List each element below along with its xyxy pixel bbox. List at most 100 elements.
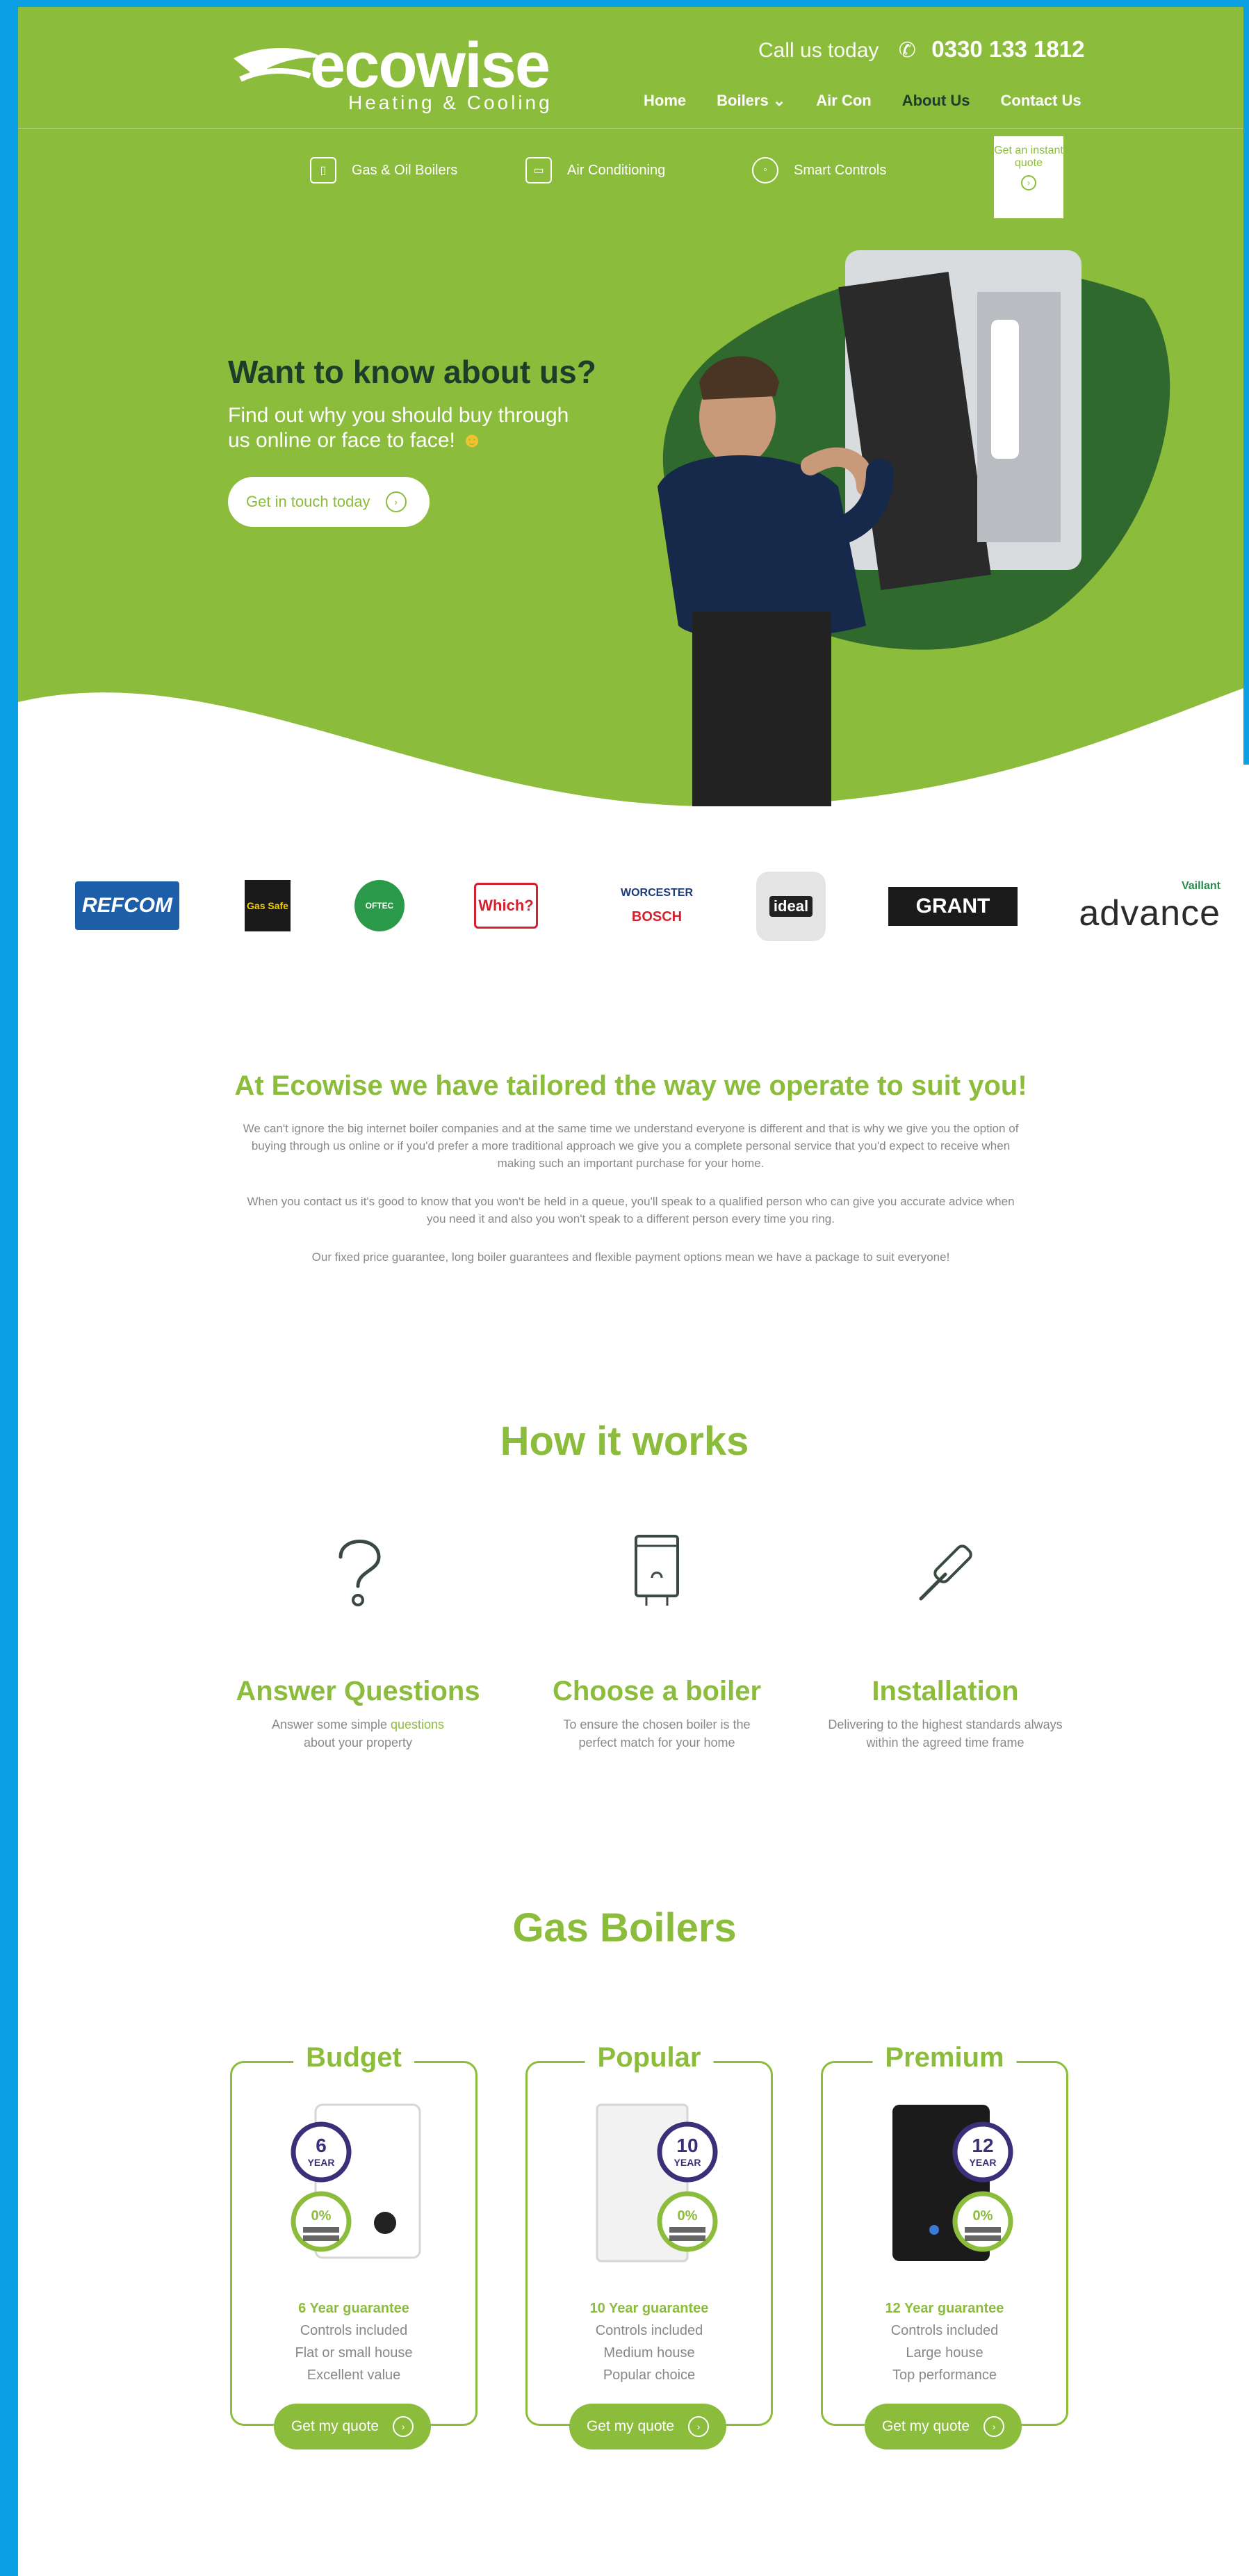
smiley-icon: ☻ (461, 429, 483, 452)
instant-quote-button[interactable]: Get an instant quote › (994, 136, 1063, 218)
frame-top (0, 0, 1249, 7)
arrow-circle-icon: › (393, 2416, 414, 2437)
step-choose-boiler: Choose a boiler To ensure the chosen boi… (518, 1529, 796, 1752)
guarantee-badge-word: YEAR (308, 2157, 335, 2168)
nav-contact-us[interactable]: Contact Us (1001, 92, 1081, 110)
logo-wordmark: ecowise (310, 30, 550, 101)
card-feature: Controls included (595, 2323, 703, 2338)
questions-link[interactable]: questions (391, 1718, 444, 1731)
boiler-icon: ▯ (310, 157, 336, 184)
arrow-circle-icon: › (385, 491, 407, 512)
arrow-circle-icon: › (983, 2416, 1005, 2437)
finance-badge: 0% (311, 2208, 332, 2224)
step-text: Delivering to the highest standards alwa… (828, 1718, 1063, 1750)
boiler-card-budget: Budget 6 YEAR 0% 6 Year guarantee Contro… (230, 2042, 477, 2449)
refcom-logo: REFCOM (75, 881, 179, 930)
gas-safe-logo-label: Gas Safe (247, 900, 288, 911)
bosch-label: BOSCH (631, 908, 683, 924)
main-nav: Home Boilers ⌄ Air Con About Us Contact … (644, 92, 1081, 110)
ideal-label: ideal (769, 896, 813, 917)
card-feature: Flat or small house (295, 2345, 413, 2361)
get-in-touch-button[interactable]: Get in touch today › (228, 477, 430, 527)
arrow-circle-icon: › (1021, 175, 1036, 190)
phone-number[interactable]: 0330 133 1812 (931, 36, 1084, 62)
card-feature: Popular choice (603, 2367, 696, 2383)
card-feature: Controls included (300, 2323, 408, 2338)
nav-boilers[interactable]: Boilers ⌄ (717, 92, 785, 110)
step-text-post: about your property (303, 1736, 413, 1750)
quote-box-label: Get an instant quote (994, 145, 1063, 169)
subnav-label: Gas & Oil Boilers (352, 162, 458, 178)
boiler-image: 10 YEAR 0% (596, 2103, 718, 2263)
finance-badge: 0% (973, 2208, 993, 2224)
worcester-bosch-logo: WORCESTER BOSCH (605, 874, 709, 937)
phone-icon: ✆ (898, 39, 916, 62)
guarantee-badge-number: 10 (676, 2135, 698, 2156)
subnav-gas-oil-boilers[interactable]: ▯ Gas & Oil Boilers (310, 157, 457, 184)
about-paragraph-2: When you contact us it's good to know th… (247, 1195, 1015, 1225)
chevron-down-icon: ⌄ (772, 92, 786, 109)
card-features: 10 Year guarantee Controls included Medi… (528, 2297, 771, 2386)
subnav-air-conditioning[interactable]: ▭ Air Conditioning (525, 157, 665, 184)
get-my-quote-button[interactable]: Get my quote › (274, 2404, 431, 2449)
step-installation: Installation Delivering to the highest s… (806, 1529, 1084, 1752)
card-feature: Large house (906, 2345, 983, 2361)
hero-subtitle-text: Find out why you should buy through us o… (228, 404, 569, 452)
ideal-logo: ideal (756, 872, 826, 941)
oftec-logo: OFTEC (354, 880, 405, 931)
advance-label: advance (1079, 893, 1221, 934)
step-answer-questions: Answer Questions Answer some simple ques… (219, 1529, 497, 1752)
hero-subtitle: Find out why you should buy through us o… (228, 403, 589, 453)
how-it-works-title: How it works (500, 1419, 749, 1464)
nav-home[interactable]: Home (644, 92, 686, 110)
get-in-touch-label: Get in touch today (246, 493, 370, 510)
step-title: Installation (872, 1676, 1019, 1706)
vaillant-advance-logo: Vaillant advance (1079, 876, 1221, 938)
guarantee-badge-word: YEAR (674, 2157, 701, 2168)
hero-title: Want to know about us? (228, 354, 596, 390)
nav-about-us[interactable]: About Us (902, 92, 970, 110)
card-label: Budget (293, 2042, 414, 2073)
frame-right (1243, 0, 1249, 765)
get-my-quote-label: Get my quote (881, 2418, 970, 2434)
card-feature: Excellent value (307, 2367, 401, 2383)
guarantee-badge-number: 6 (316, 2135, 327, 2156)
subnav-smart-controls[interactable]: ◦ Smart Controls (752, 157, 886, 184)
logo[interactable]: ecowise Heating & Cooling (227, 31, 560, 114)
grant-logo: GRANT (888, 887, 1018, 926)
nav-air-con[interactable]: Air Con (816, 92, 871, 110)
boiler-icon (635, 1535, 679, 1606)
card-features: 6 Year guarantee Controls included Flat … (232, 2297, 475, 2386)
step-title: Choose a boiler (552, 1676, 762, 1706)
logo-tagline: Heating & Cooling (348, 92, 553, 113)
subnav-label: Air Conditioning (567, 162, 666, 178)
step-text-pre: Answer some simple (271, 1718, 391, 1731)
card-features: 12 Year guarantee Controls included Larg… (823, 2297, 1066, 2386)
vaillant-label: Vaillant (1181, 880, 1221, 892)
which-logo: Which? (474, 883, 538, 929)
about-paragraph-3: Our fixed price guarantee, long boiler g… (311, 1250, 950, 1264)
hero-section: ecowise Heating & Cooling Call us today … (18, 7, 1243, 806)
boiler-card-premium: Premium 12 YEAR 0% 12 Year guarantee Con… (821, 2042, 1068, 2449)
aircon-icon: ▭ (525, 157, 552, 184)
call-us[interactable]: Call us today ✆ 0330 133 1812 (758, 36, 1085, 63)
step-text: Answer some simple questions about your … (219, 1715, 497, 1752)
question-icon (338, 1540, 381, 1606)
worcester-label: WORCESTER (621, 886, 693, 899)
get-my-quote-label: Get my quote (291, 2418, 379, 2434)
boiler-card-popular: Popular 10 YEAR 0% 10 Year guarantee Con… (525, 2042, 773, 2449)
get-my-quote-button[interactable]: Get my quote › (569, 2404, 726, 2449)
frame-left (0, 0, 18, 2576)
nav-boilers-label: Boilers (717, 92, 769, 109)
thermostat-icon: ◦ (752, 157, 778, 184)
card-feature: Controls included (890, 2323, 999, 2338)
step-title: Answer Questions (236, 1676, 480, 1706)
gas-safe-logo: Gas Safe (245, 880, 291, 931)
card-guarantee: 10 Year guarantee (589, 2301, 709, 2316)
get-my-quote-button[interactable]: Get my quote › (865, 2404, 1022, 2449)
get-my-quote-label: Get my quote (586, 2418, 675, 2434)
gas-boilers-title: Gas Boilers (512, 1905, 737, 1950)
about-title: At Ecowise we have tailored the way we o… (234, 1070, 1027, 1101)
card-guarantee: 6 Year guarantee (298, 2301, 409, 2316)
boiler-image: 6 YEAR 0% (291, 2103, 421, 2259)
